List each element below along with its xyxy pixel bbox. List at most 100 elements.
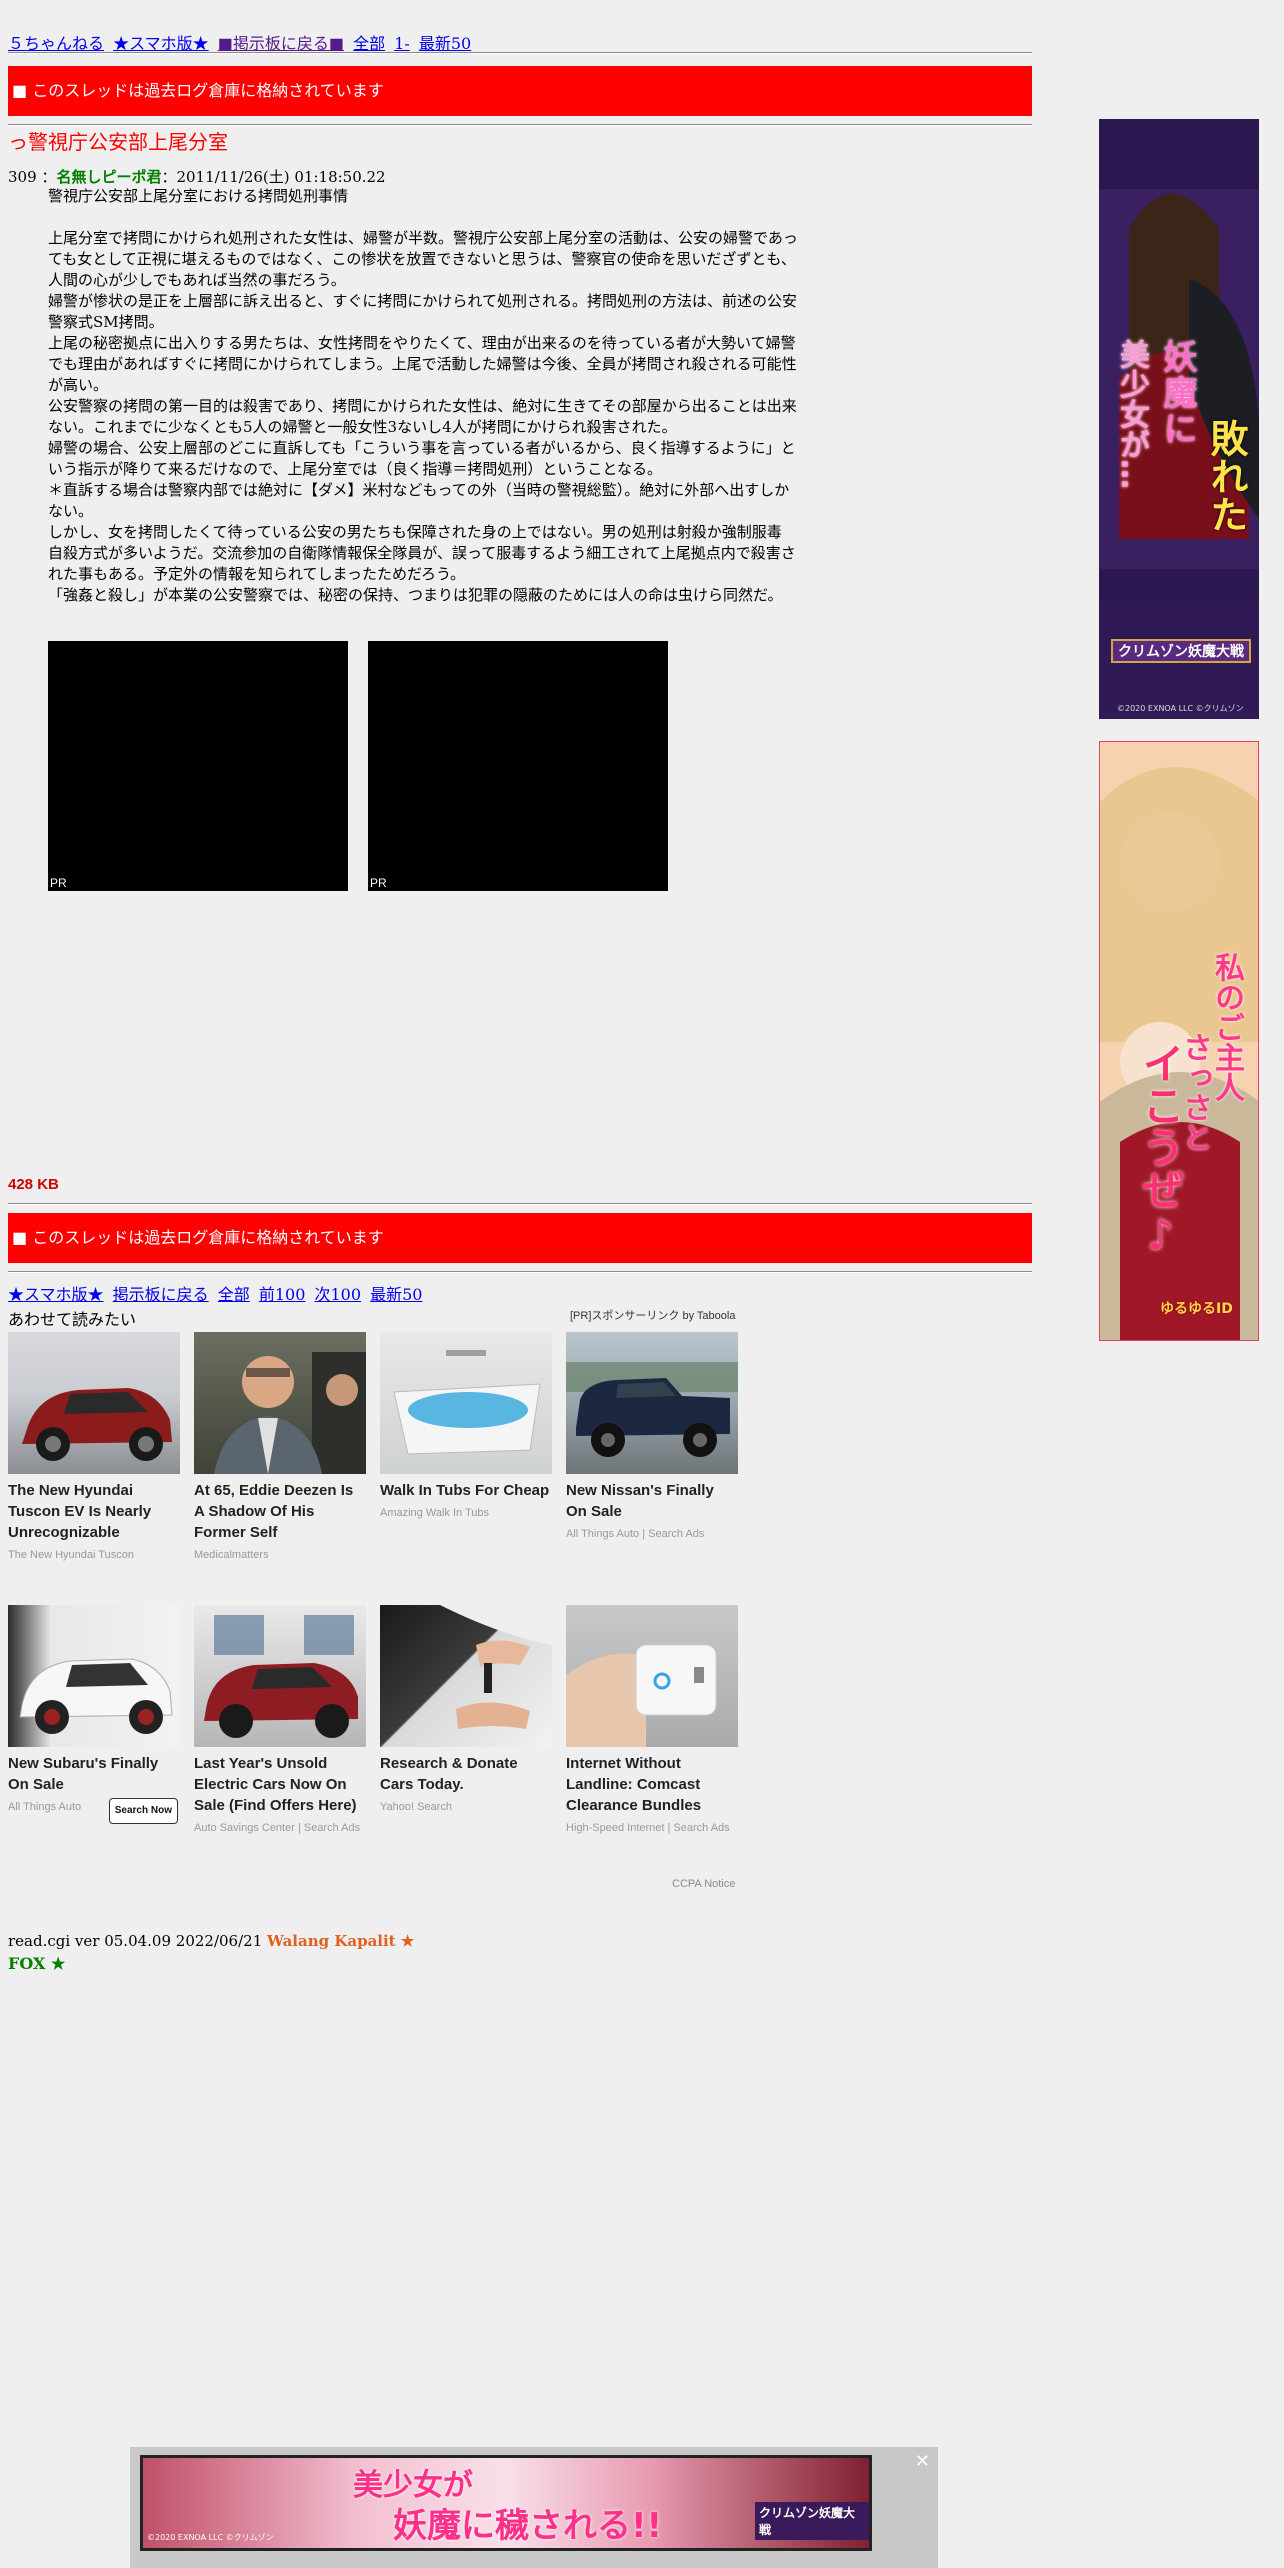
post-line: 「強姦と殺し」が本業の公安警察では、秘密の保持、つまりは犯罪の隠蔽のためには人の… <box>48 586 783 604</box>
card-source: Yahoo! Search <box>380 1801 452 1813</box>
poster-name: 名無しピーポ君 <box>56 168 162 186</box>
post-header: 309 ：名無しピーポ君：2011/11/26(土) 01:18:50.22 <box>8 166 386 187</box>
card-title[interactable]: Research & Donate Cars Today. <box>380 1753 552 1795</box>
related-card[interactable]: New Subaru's Finally On Sale All Things … <box>8 1605 180 1824</box>
related-card[interactable]: Internet Without Landline: Comcast Clear… <box>566 1605 738 1837</box>
post-line: ても女として正視に堪えるものではなく、この惨状を放置できないと思うは、警察官の使… <box>48 250 796 268</box>
archived-notice-bottom: ■ このスレッドは過去ログ倉庫に格納されています <box>8 1213 1032 1263</box>
card-source: High-Speed Internet | Search Ads <box>566 1822 730 1834</box>
post-blank-line <box>48 207 848 228</box>
thread-title: っ警視庁公安部上尾分室 <box>8 130 228 154</box>
post-line: ない。これまでに少なくとも5人の婦警と一般女性3ないし4人が拷問にかけられ殺害さ… <box>48 418 677 436</box>
side-ad-1-headline-a: 妖魔に <box>1157 339 1197 447</box>
post-line: いう指示が降りて来るだけなので、上尾分室では（良く指導＝拷問処刑）ということなる… <box>48 460 662 478</box>
car-key-handoff-thumbnail <box>380 1605 552 1747</box>
side-banner-ad-2[interactable]: 私のご主人 さっさと イこうぜ♪ ゆるゆるID <box>1099 741 1259 1341</box>
next100-link[interactable]: 次100 <box>314 1285 361 1304</box>
pr-label: PR <box>50 876 67 890</box>
bottom-ad-banner[interactable]: 美少女が 妖魔に穢される!! クリムゾン妖魔大戦 ©2020 EXNOA LLC… <box>140 2455 872 2551</box>
post-line: 上尾の秘密拠点に出入りする男たちは、女性拷問をやりたくて、理由が出来るのを待って… <box>48 334 796 352</box>
walang-kapalit-link[interactable]: Walang Kapalit ★ <box>267 1932 414 1950</box>
post-body: 警視庁公安部上尾分室における拷問処刑事情上尾分室で拷問にかけられ処刑された女性は… <box>48 186 848 606</box>
post-line: でも理由があればすぐに拷問にかけられてしまう。上尾で活動した婦警は今後、全員が拷… <box>48 355 797 373</box>
red-suv-thumbnail <box>8 1332 180 1474</box>
walk-in-tub-thumbnail <box>380 1332 552 1474</box>
back-to-board-link[interactable]: 掲示板に戻る <box>113 1285 209 1304</box>
card-source: The New Hyundai Tuscon <box>8 1549 134 1561</box>
post-line: 警視庁公安部上尾分室における拷問処刑事情 <box>48 187 349 205</box>
divider <box>8 1271 1032 1273</box>
card-title[interactable]: New Subaru's Finally On Sale <box>8 1753 180 1795</box>
man-portrait-thumbnail <box>194 1332 366 1474</box>
related-card[interactable]: At 65, Eddie Deezen Is A Shadow Of His F… <box>194 1332 366 1564</box>
post-line: 人間の心が少しでもあれば当然の事だろう。 <box>48 271 346 289</box>
thread-size: 428 KB <box>8 1176 59 1193</box>
bottom-nav: ★スマホ版★ 掲示板に戻る 全部 前100 次100 最新50 <box>8 1281 427 1305</box>
sponsor-label[interactable]: [PR]スポンサーリンク by Taboola <box>570 1307 735 1323</box>
top-nav: ５ちゃんねる ★スマホ版★ ■掲示板に戻る■ 全部 1- 最新50 <box>8 30 475 54</box>
smartphone-link[interactable]: ★スマホ版★ <box>8 1285 104 1304</box>
bottom-ad-brand: クリムゾン妖魔大戦 <box>755 2502 869 2540</box>
pr-ad-box[interactable]: PR <box>48 641 348 891</box>
post-line: ない。 <box>48 502 94 520</box>
archived-notice: ■ このスレッドは過去ログ倉庫に格納されています <box>8 66 1032 116</box>
post-line: 婦警の場合、公安上層部のどこに直訴しても「こういう事を言っている者がいるから、良… <box>48 439 796 457</box>
prev100-link[interactable]: 前100 <box>259 1285 306 1304</box>
card-title[interactable]: Walk In Tubs For Cheap <box>380 1480 552 1501</box>
board-link[interactable]: ５ちゃんねる <box>8 34 104 53</box>
search-now-button[interactable]: Search Now <box>108 1798 178 1824</box>
side-banner-ad-1[interactable]: 妖魔に 敗れた 美少女が… クリムゾン妖魔大戦 ©2020 EXNOA LLC … <box>1099 119 1259 719</box>
divider <box>8 1203 1032 1205</box>
bottom-ad-headline-b: 妖魔に穢される!! <box>393 2506 663 2546</box>
side-ad-2-headline-c: イこうぜ♪ <box>1136 1042 1185 1259</box>
related-card[interactable]: Walk In Tubs For Cheap Amazing Walk In T… <box>380 1332 552 1522</box>
post-line: ＊直訴する場合は警察内部では絶対に【ダメ】米村などもっての外（当時の警視総監）。… <box>48 481 790 499</box>
card-source: Medicalmatters <box>194 1549 269 1561</box>
back-to-board-link[interactable]: ■掲示板に戻る■ <box>218 34 344 53</box>
related-card[interactable]: Last Year's Unsold Electric Cars Now On … <box>194 1605 366 1837</box>
card-title[interactable]: Last Year's Unsold Electric Cars Now On … <box>194 1753 366 1816</box>
side-ad-1-copyright: ©2020 EXNOA LLC ©クリムゾン <box>1117 704 1244 713</box>
card-source: Auto Savings Center | Search Ads <box>194 1822 361 1834</box>
ccpa-notice-link[interactable]: CCPA Notice <box>672 1878 735 1890</box>
version-text: read.cgi ver 05.04.09 2022/06/21 <box>8 1932 263 1950</box>
card-title[interactable]: The New Hyundai Tuscon EV Is Nearly Unre… <box>8 1480 180 1543</box>
side-ad-2-brand: ゆるゆるID <box>1160 1301 1233 1317</box>
smartphone-link[interactable]: ★スマホ版★ <box>113 34 209 53</box>
card-title[interactable]: New Nissan's Finally On Sale <box>566 1480 738 1522</box>
related-heading: あわせて読みたい <box>8 1310 137 1329</box>
side-ad-1-headline-c: 美少女が… <box>1114 339 1149 489</box>
all-posts-link[interactable]: 全部 <box>353 34 385 53</box>
divider <box>8 52 1032 54</box>
related-card[interactable]: Research & Donate Cars Today. Yahoo! Sea… <box>380 1605 552 1816</box>
range-link[interactable]: 1- <box>394 34 410 53</box>
post-line: しかし、女を拷問したくて待っている公安の男たちも保障された身の上ではない。男の処… <box>48 523 782 541</box>
latest50-link[interactable]: 最新50 <box>370 1285 422 1304</box>
post-line: が高い。 <box>48 376 109 394</box>
pr-ad-box[interactable]: PR <box>368 641 668 891</box>
red-electric-car-thumbnail <box>194 1605 366 1747</box>
bottom-sticky-ad[interactable]: 美少女が 妖魔に穢される!! クリムゾン妖魔大戦 ©2020 EXNOA LLC… <box>130 2447 938 2568</box>
card-source: All Things Auto <box>8 1801 82 1813</box>
post-line: 婦警が惨状の是正を上層部に訴え出ると、すぐに拷問にかけられて処刑される。拷問処刑… <box>48 292 797 310</box>
all-posts-link[interactable]: 全部 <box>218 1285 250 1304</box>
card-title[interactable]: At 65, Eddie Deezen Is A Shadow Of His F… <box>194 1480 366 1543</box>
side-ad-1-headline-b: 敗れた <box>1204 419 1248 533</box>
related-card[interactable]: The New Hyundai Tuscon EV Is Nearly Unre… <box>8 1332 180 1564</box>
card-source: All Things Auto | Search Ads <box>566 1528 705 1540</box>
footer-version: read.cgi ver 05.04.09 2022/06/21 Walang … <box>8 1932 414 1950</box>
related-card[interactable]: New Nissan's Finally On Sale All Things … <box>566 1332 738 1543</box>
post-line: 警察式SM拷問。 <box>48 313 164 331</box>
latest50-link[interactable]: 最新50 <box>419 34 471 53</box>
fox-link[interactable]: FOX ★ <box>8 1954 65 1973</box>
pickup-truck-thumbnail <box>566 1332 738 1474</box>
side-ad-1-brand: クリムゾン妖魔大戦 <box>1111 639 1251 663</box>
bottom-ad-copyright: ©2020 EXNOA LLC ©クリムゾン <box>147 2533 274 2542</box>
router-device-thumbnail <box>566 1605 738 1747</box>
card-source-row: All Things Auto Search Now <box>8 1798 180 1824</box>
white-suv-thumbnail <box>8 1605 180 1747</box>
close-icon[interactable]: ✕ <box>915 2451 930 2472</box>
post-line: 上尾分室で拷問にかけられ処刑された女性は、婦警が半数。警視庁公安部上尾分室の活動… <box>48 229 798 247</box>
post-number: 309 <box>8 168 37 186</box>
card-title[interactable]: Internet Without Landline: Comcast Clear… <box>566 1753 738 1816</box>
